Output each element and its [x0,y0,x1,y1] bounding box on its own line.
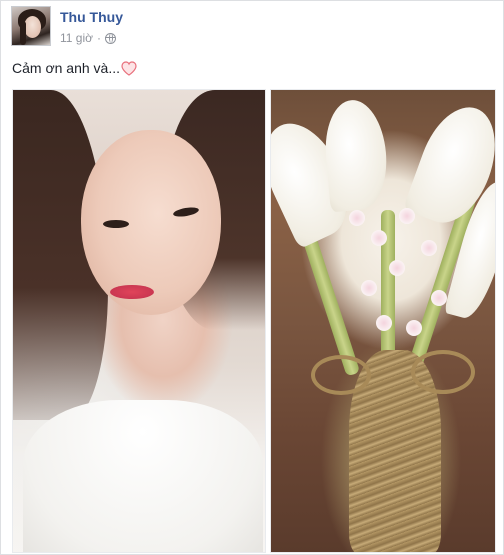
timestamp-row: 11 giờ · [60,31,123,45]
author-name[interactable]: Thu Thuy [60,9,123,26]
post-message-text: Cảm ơn anh và... [12,60,121,76]
photo-blossom [406,320,422,336]
photo-bouquet[interactable] [270,89,496,553]
photo-portrait[interactable] [12,89,266,553]
photo-eye-left [103,220,129,228]
photo-blossom [371,230,387,246]
heart-icon [121,60,137,76]
photo-lips [110,285,154,299]
globe-icon[interactable] [105,32,116,44]
photo-blossom [376,315,392,331]
feed-post: Thu Thuy 11 giờ · Cảm ơn anh và... [0,0,504,555]
photo-rope-bow [311,355,371,395]
photo-blossom [399,208,415,224]
photo-lace-dress [23,400,263,552]
post-meta: Thu Thuy 11 giờ · [60,6,123,45]
separator-dot: · [97,31,101,45]
avatar-hair-strand [20,21,26,45]
post-timestamp[interactable]: 11 giờ [60,31,93,45]
photo-rope-bow [411,350,475,394]
post-header: Thu Thuy 11 giờ · [11,6,123,48]
photo-calla-lily [321,97,391,213]
photo-blossom [361,280,377,296]
photo-blossom [389,260,405,276]
avatar[interactable] [11,6,51,46]
avatar-face [24,16,41,38]
post-message: Cảm ơn anh và... [12,59,137,77]
photo-blossom [421,240,437,256]
photo-grid [12,89,496,553]
photo-blossom [349,210,365,226]
photo-face [81,130,221,315]
photo-blossom [431,290,447,306]
